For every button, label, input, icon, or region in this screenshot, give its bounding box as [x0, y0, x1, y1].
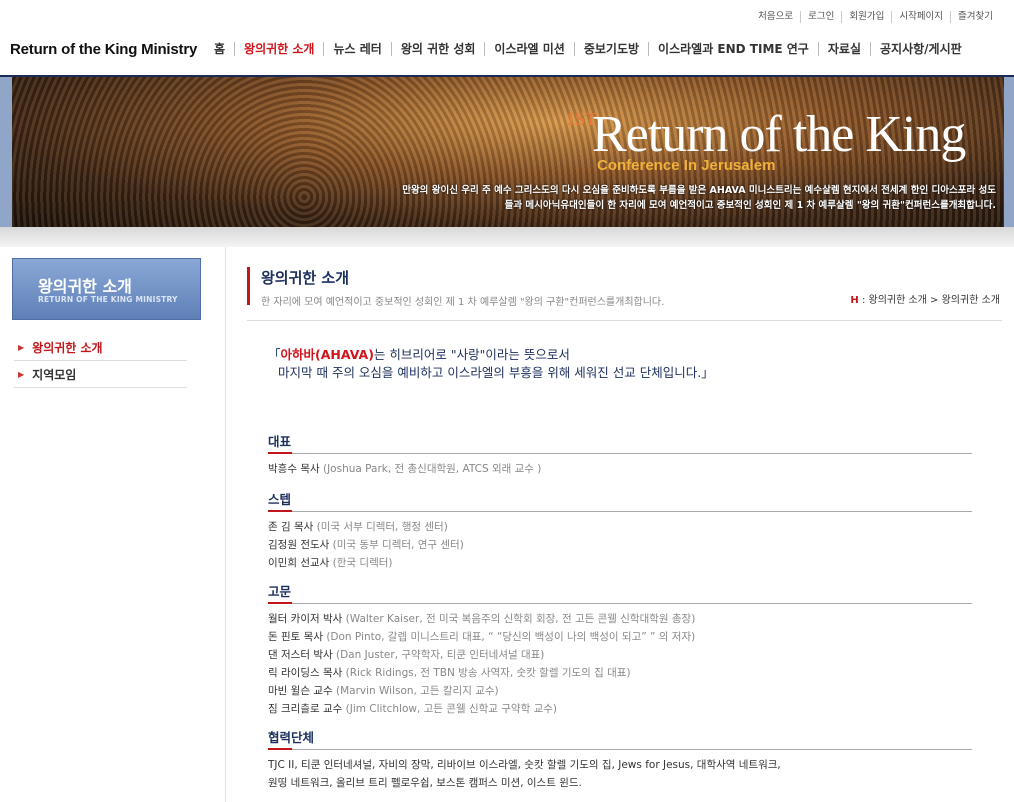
page-subtitle: 한 자리에 모여 예언적이고 중보적인 성회인 제 1 차 예루살렘 "왕의 구… [261, 297, 665, 308]
banner-shadow-bar [0, 227, 1014, 247]
section-list: 박흥수 목사 (Joshua Park, 전 총신대학원, ATCS 외래 교수… [268, 460, 972, 478]
list-item: 월터 카이저 박사 (Walter Kaiser, 전 미국 복음주의 신학회 … [268, 610, 972, 628]
nav-newsletter[interactable]: 뉴스 레터 [323, 42, 390, 56]
quote-line1: 「아하바(AHAVA)는 히브리어로 "사랑"이라는 뜻으로서 [268, 346, 714, 364]
utility-links: 처음으로 로그인 회원가입 시작페이지 즐겨찾기 [751, 11, 1000, 23]
sidebar-item-regional[interactable]: ▶ 지역모임 [14, 361, 187, 388]
quote-line2-text: 마지막 때 주의 오심을 예비하고 이스라엘의 부흥을 위해 세워진 선교 단체… [278, 365, 702, 380]
nav-conference[interactable]: 왕의 귀한 성회 [390, 42, 485, 56]
section-heading: 대표 [268, 431, 972, 454]
nav-notice-board[interactable]: 공지사항/게시판 [869, 42, 971, 56]
person-name: 월터 카이저 박사 [268, 613, 343, 625]
person-name: 마빈 윌슨 교수 [268, 685, 333, 697]
section-staff: 스텝 존 김 목사 (미국 서부 디렉터, 행정 센터) 김정원 전도사 (미국… [268, 489, 972, 572]
sidebar-title: 왕의귀한 소개 [38, 277, 132, 296]
page-title: 왕의귀한 소개 [261, 269, 350, 287]
section-list: 존 김 목사 (미국 서부 디렉터, 행정 센터) 김정원 전도사 (미국 동부… [268, 518, 972, 572]
person-desc: (Walter Kaiser, 전 미국 복음주의 신학회 회장, 전 고든 콘… [342, 613, 696, 625]
partner-list-text: 원띵 네트워크, 올리브 트리 펠로우쉽, 보스톤 캠퍼스 미션, 이스트 윈드… [268, 777, 582, 789]
sidebar-title-box: 왕의귀한 소개 RETURN OF THE KING MINISTRY [12, 258, 201, 320]
banner-description: 만왕의 왕이신 우리 주 예수 그리스도의 다시 오심을 준비하도록 부름을 받… [316, 183, 996, 213]
list-item: 김정원 전도사 (미국 동부 디렉터, 연구 센터) [268, 536, 972, 554]
home-icon[interactable]: H [850, 295, 858, 306]
section-representative: 대표 박흥수 목사 (Joshua Park, 전 총신대학원, ATCS 외래… [268, 431, 972, 478]
quote-line1-text: 는 히브리어로 "사랑"이라는 뜻으로서 [373, 347, 570, 362]
person-name: 김정원 전도사 [268, 539, 330, 551]
person-desc: (Don Pinto, 갈렙 미니스트리 대표, “ “당신의 백성이 나의 백… [322, 631, 696, 643]
nav-israel-mission[interactable]: 이스라엘 미션 [484, 42, 573, 56]
banner-right-strip [1004, 77, 1014, 227]
util-startpage-link[interactable]: 시작페이지 [891, 11, 950, 23]
section-heading: 협력단체 [268, 727, 972, 750]
nav-about[interactable]: 왕의귀한 소개 [234, 42, 323, 56]
util-bookmark-link[interactable]: 즐겨찾기 [950, 11, 1000, 23]
list-item: 존 김 목사 (미국 서부 디렉터, 행정 센터) [268, 518, 972, 536]
banner-left-strip [0, 77, 12, 227]
partner-list-text: TJC II, 티쿤 인터네셔널, 자비의 장막, 리바이브 이스라엘, 숫캇 … [268, 759, 781, 771]
person-desc: (Dan Juster, 구약학자, 티쿤 인터네셔널 대표) [332, 649, 545, 661]
sidebar-item-about[interactable]: ▶ 왕의귀한 소개 [14, 334, 187, 361]
sidebar-menu: ▶ 왕의귀한 소개 ▶ 지역모임 [14, 334, 187, 388]
quote-highlight: 아하바(AHAVA) [280, 347, 374, 362]
breadcrumb-path: : 왕의귀한 소개 > 왕의귀한 소개 [858, 295, 1000, 306]
banner-desc-line1: 만왕의 왕이신 우리 주 예수 그리스도의 다시 오심을 준비하도록 부름을 받… [402, 185, 996, 196]
sidebar-item-label: 왕의귀한 소개 [32, 340, 103, 355]
person-name: 댄 저스터 박사 [268, 649, 333, 661]
quote-close-mark: 」 [701, 365, 714, 380]
sidebar-title-english: RETURN OF THE KING MINISTRY [38, 295, 178, 304]
util-join-link[interactable]: 회원가입 [841, 11, 891, 23]
person-name: 돈 핀토 목사 [268, 631, 323, 643]
nav-home[interactable]: 홈 [205, 42, 234, 56]
bullet-icon: ▶ [18, 369, 25, 379]
list-item: 원띵 네트워크, 올리브 트리 펠로우쉽, 보스톤 캠퍼스 미션, 이스트 윈드… [268, 774, 972, 792]
person-name: 존 김 목사 [268, 521, 314, 533]
section-list: TJC II, 티쿤 인터네셔널, 자비의 장막, 리바이브 이스라엘, 숫캇 … [268, 756, 972, 792]
util-login-link[interactable]: 로그인 [800, 11, 841, 23]
banner-title: Return of the King [592, 106, 966, 163]
list-item: 박흥수 목사 (Joshua Park, 전 총신대학원, ATCS 외래 교수… [268, 460, 972, 478]
nav-prayer-room[interactable]: 중보기도방 [573, 42, 648, 56]
page-title-block: 왕의귀한 소개 한 자리에 모여 예언적이고 중보적인 성회인 제 1 차 예루… [247, 267, 665, 308]
hero-banner: 1ST Return of the King Conference In Jer… [0, 77, 1014, 227]
content-divider [247, 320, 1002, 321]
bullet-icon: ▶ [18, 342, 25, 352]
list-item: TJC II, 티쿤 인터네셔널, 자비의 장막, 리바이브 이스라엘, 숫캇 … [268, 756, 972, 774]
banner-subtitle: Conference In Jerusalem [597, 157, 776, 174]
site-logo[interactable]: Return of the King Ministry [10, 41, 197, 58]
person-name: 박흥수 목사 [268, 463, 320, 475]
util-home-link[interactable]: 처음으로 [751, 11, 800, 23]
list-item: 릭 라이딩스 목사 (Rick Ridings, 전 TBN 방송 사역자, 숫… [268, 664, 972, 682]
person-desc: (Rick Ridings, 전 TBN 방송 사역자, 숫캇 할렐 기도의 집… [342, 667, 631, 679]
main-nav: 홈 왕의귀한 소개 뉴스 레터 왕의 귀한 성회 이스라엘 미션 중보기도방 이… [205, 42, 1005, 56]
person-name: 짐 크리츨로 교수 [268, 703, 343, 715]
person-desc: (Jim Clitchlow, 고든 콘웰 신학교 구약학 교수) [342, 703, 557, 715]
person-name: 이민희 선교사 [268, 557, 330, 569]
nav-end-time[interactable]: 이스라엘과 END TIME 연구 [648, 42, 818, 56]
section-heading: 고문 [268, 581, 972, 604]
person-name: 릭 라이딩스 목사 [268, 667, 343, 679]
list-item: 짐 크리츨로 교수 (Jim Clitchlow, 고든 콘웰 신학교 구약학 … [268, 700, 972, 718]
list-item: 마빈 윌슨 교수 (Marvin Wilson, 고든 칼리지 교수) [268, 682, 972, 700]
person-desc: (미국 동부 디렉터, 연구 센터) [329, 539, 464, 551]
nav-archive[interactable]: 자료실 [817, 42, 870, 56]
list-item: 돈 핀토 목사 (Don Pinto, 갈렙 미니스트리 대표, “ “당신의 … [268, 628, 972, 646]
section-heading: 스텝 [268, 489, 972, 512]
section-partners: 협력단체 TJC II, 티쿤 인터네셔널, 자비의 장막, 리바이브 이스라엘… [268, 727, 972, 792]
list-item: 댄 저스터 박사 (Dan Juster, 구약학자, 티쿤 인터네셔널 대표) [268, 646, 972, 664]
section-list: 월터 카이저 박사 (Walter Kaiser, 전 미국 복음주의 신학회 … [268, 610, 972, 718]
quote-line2: 마지막 때 주의 오심을 예비하고 이스라엘의 부흥을 위해 세워진 선교 단체… [268, 364, 714, 382]
breadcrumb: H : 왕의귀한 소개 > 왕의귀한 소개 [850, 291, 1000, 306]
person-desc: (한국 디렉터) [329, 557, 393, 569]
sidebar-divider [225, 247, 226, 802]
intro-quote: 「아하바(AHAVA)는 히브리어로 "사랑"이라는 뜻으로서 마지막 때 주의… [268, 346, 714, 382]
quote-open-mark: 「 [268, 347, 281, 362]
person-desc: (Marvin Wilson, 고든 칼리지 교수) [332, 685, 499, 697]
banner-desc-line2: 들과 메시아닉유대인들이 한 자리에 모여 예언적이고 중보적인 성회인 제 1… [504, 200, 996, 211]
section-advisors: 고문 월터 카이저 박사 (Walter Kaiser, 전 미국 복음주의 신… [268, 581, 972, 718]
list-item: 이민희 선교사 (한국 디렉터) [268, 554, 972, 572]
person-desc: (Joshua Park, 전 총신대학원, ATCS 외래 교수 ) [319, 463, 542, 475]
sidebar-item-label: 지역모임 [32, 367, 77, 382]
person-desc: (미국 서부 디렉터, 행정 센터) [313, 521, 448, 533]
